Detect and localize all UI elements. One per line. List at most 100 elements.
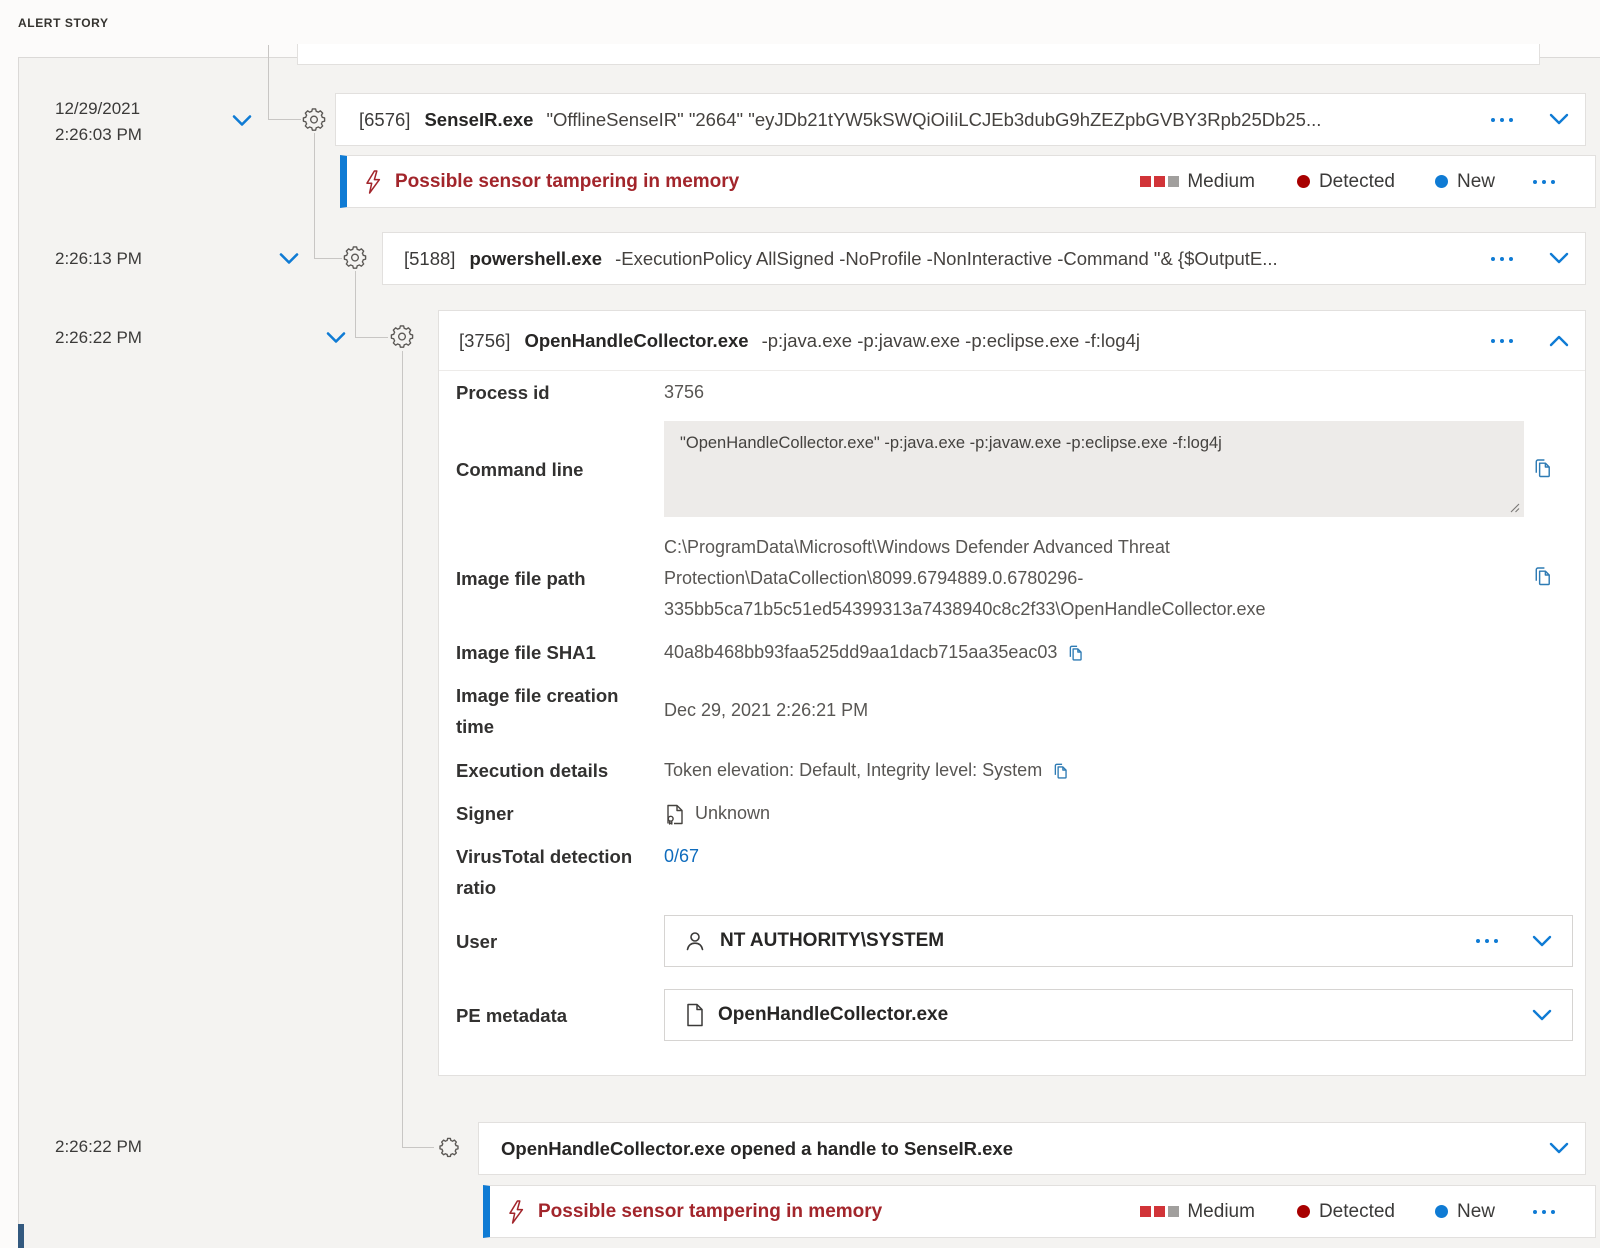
process-title: [3756] OpenHandleCollector.exe -p:java.e… <box>459 330 1491 352</box>
new-dot-icon <box>1435 175 1448 188</box>
chevron-up-icon[interactable] <box>1549 334 1569 347</box>
chevron-down-icon[interactable] <box>1549 113 1569 126</box>
investigation-state-label: New <box>1457 171 1495 193</box>
collapse-chevron-icon[interactable] <box>279 252 299 266</box>
tree-connector <box>268 45 269 120</box>
tree-connector <box>402 351 403 1148</box>
chevron-down-icon[interactable] <box>1532 935 1552 948</box>
event-title-text: OpenHandleCollector.exe opened a handle … <box>501 1138 1013 1160</box>
signer-value: Unknown <box>695 798 770 829</box>
more-options-icon[interactable] <box>1491 118 1513 122</box>
severity-squares-icon <box>1140 176 1179 187</box>
pe-file-name: OpenHandleCollector.exe <box>718 1004 948 1026</box>
file-icon <box>685 1003 705 1027</box>
virustotal-ratio-link[interactable]: 0/67 <box>664 841 699 872</box>
process-name: SenseIR.exe <box>424 109 533 131</box>
severity-squares-icon <box>1140 1206 1179 1217</box>
command-line-value: "OpenHandleCollector.exe" -p:java.exe -p… <box>680 434 1222 452</box>
panel-title: ALERT STORY <box>18 16 109 30</box>
panel-splitter[interactable] <box>18 1224 24 1248</box>
tree-connector <box>314 133 315 259</box>
pe-metadata-row[interactable]: OpenHandleCollector.exe <box>664 989 1573 1041</box>
copy-icon[interactable] <box>1066 643 1085 662</box>
detail-value: Unknown <box>664 798 770 829</box>
resize-handle[interactable] <box>1507 500 1521 514</box>
detected-dot-icon <box>1297 175 1310 188</box>
event-title: OpenHandleCollector.exe opened a handle … <box>501 1138 1549 1160</box>
certificate-icon <box>664 802 686 826</box>
detail-label: VirusTotal detection ratio <box>456 841 666 903</box>
user-row[interactable]: NT AUTHORITY\SYSTEM <box>664 915 1573 967</box>
alert-row[interactable]: Possible sensor tampering in memory Medi… <box>483 1185 1596 1238</box>
detail-label: Image file creation time <box>456 680 656 742</box>
person-icon <box>683 929 707 953</box>
more-options-icon[interactable] <box>1491 257 1513 261</box>
collapse-chevron-icon[interactable] <box>232 114 252 128</box>
process-args: -ExecutionPolicy AllSigned -NoProfile -N… <box>615 248 1278 270</box>
more-options-icon[interactable] <box>1476 939 1498 943</box>
timestamp: 12/29/2021 <box>55 99 140 119</box>
process-title: [6576] SenseIR.exe "OfflineSenseIR" "266… <box>359 109 1491 131</box>
process-gear-icon <box>389 323 415 349</box>
detection-status-label: Detected <box>1319 171 1395 193</box>
timestamp: 2:26:22 PM <box>55 1137 142 1157</box>
more-options-icon[interactable] <box>1491 339 1513 343</box>
more-options-icon[interactable] <box>1533 180 1555 184</box>
process-gear-icon <box>342 244 368 270</box>
alert-title: Possible sensor tampering in memory <box>395 171 739 193</box>
execution-details-value: Token elevation: Default, Integrity leve… <box>664 755 1042 786</box>
process-card-collector-expanded: [3756] OpenHandleCollector.exe -p:java.e… <box>438 310 1586 1076</box>
command-line-textarea[interactable]: "OpenHandleCollector.exe" -p:java.exe -p… <box>664 421 1524 517</box>
copy-icon[interactable] <box>1051 761 1070 780</box>
detail-label: User <box>456 926 497 957</box>
event-card-handle-open[interactable]: OpenHandleCollector.exe opened a handle … <box>478 1122 1586 1175</box>
detected-dot-icon <box>1297 1205 1310 1218</box>
severity-label: Medium <box>1187 1201 1255 1223</box>
sha1-value: 40a8b468bb93faa525dd9aa1dacb715aa35eac03 <box>664 637 1057 668</box>
detail-label: Signer <box>456 798 514 829</box>
detail-label: Image file SHA1 <box>456 637 596 668</box>
detail-value: 40a8b468bb93faa525dd9aa1dacb715aa35eac03 <box>664 637 1085 668</box>
copy-icon[interactable] <box>1531 456 1554 479</box>
user-name: NT AUTHORITY\SYSTEM <box>720 930 944 952</box>
timestamp: 2:26:22 PM <box>55 328 142 348</box>
timestamp: 2:26:13 PM <box>55 249 142 269</box>
chevron-down-icon[interactable] <box>1549 1142 1569 1155</box>
severity-label: Medium <box>1187 171 1255 193</box>
more-options-icon[interactable] <box>1533 1210 1555 1214</box>
process-card-senseir[interactable]: [6576] SenseIR.exe "OfflineSenseIR" "266… <box>335 93 1586 146</box>
detail-label: Process id <box>456 377 550 408</box>
tree-connector <box>314 258 342 259</box>
detail-value: C:\ProgramData\Microsoft\Windows Defende… <box>664 532 1434 625</box>
investigation-state-label: New <box>1457 1201 1495 1223</box>
copy-icon[interactable] <box>1531 564 1554 587</box>
alert-title: Possible sensor tampering in memory <box>538 1201 882 1223</box>
detail-label: Execution details <box>456 755 608 786</box>
collapse-chevron-icon[interactable] <box>326 331 346 345</box>
process-id-bracket: [6576] <box>359 109 410 131</box>
tree-connector <box>268 119 301 120</box>
detail-label: Command line <box>456 454 583 485</box>
detail-value: 3756 <box>664 377 704 408</box>
alert-story-page: ALERT STORY 12/29/2021 2:26:03 PM 2:26:1… <box>0 0 1600 1248</box>
tree-connector <box>402 1147 434 1148</box>
chevron-down-icon[interactable] <box>1532 1009 1552 1022</box>
chevron-down-icon[interactable] <box>1549 252 1569 265</box>
event-gear-icon <box>438 1136 460 1158</box>
lightning-icon <box>504 1199 528 1225</box>
timestamp: 2:26:03 PM <box>55 125 142 145</box>
alert-status-cluster: Medium Detected New <box>1140 1201 1595 1223</box>
process-title-row[interactable]: [3756] OpenHandleCollector.exe -p:java.e… <box>439 311 1585 371</box>
process-card-powershell[interactable]: [5188] powershell.exe -ExecutionPolicy A… <box>382 232 1586 285</box>
parent-process-card-partial[interactable] <box>297 44 1540 65</box>
process-id-bracket: [3756] <box>459 330 510 352</box>
process-gear-icon <box>301 106 327 132</box>
alert-row[interactable]: Possible sensor tampering in memory Medi… <box>340 155 1596 208</box>
detail-label: Image file path <box>456 563 586 594</box>
alert-status-cluster: Medium Detected New <box>1140 171 1595 193</box>
process-id-bracket: [5188] <box>404 248 455 270</box>
detail-label: PE metadata <box>456 1000 567 1031</box>
tree-connector <box>355 271 356 338</box>
detection-status-label: Detected <box>1319 1201 1395 1223</box>
process-args: -p:java.exe -p:javaw.exe -p:eclipse.exe … <box>762 330 1140 352</box>
